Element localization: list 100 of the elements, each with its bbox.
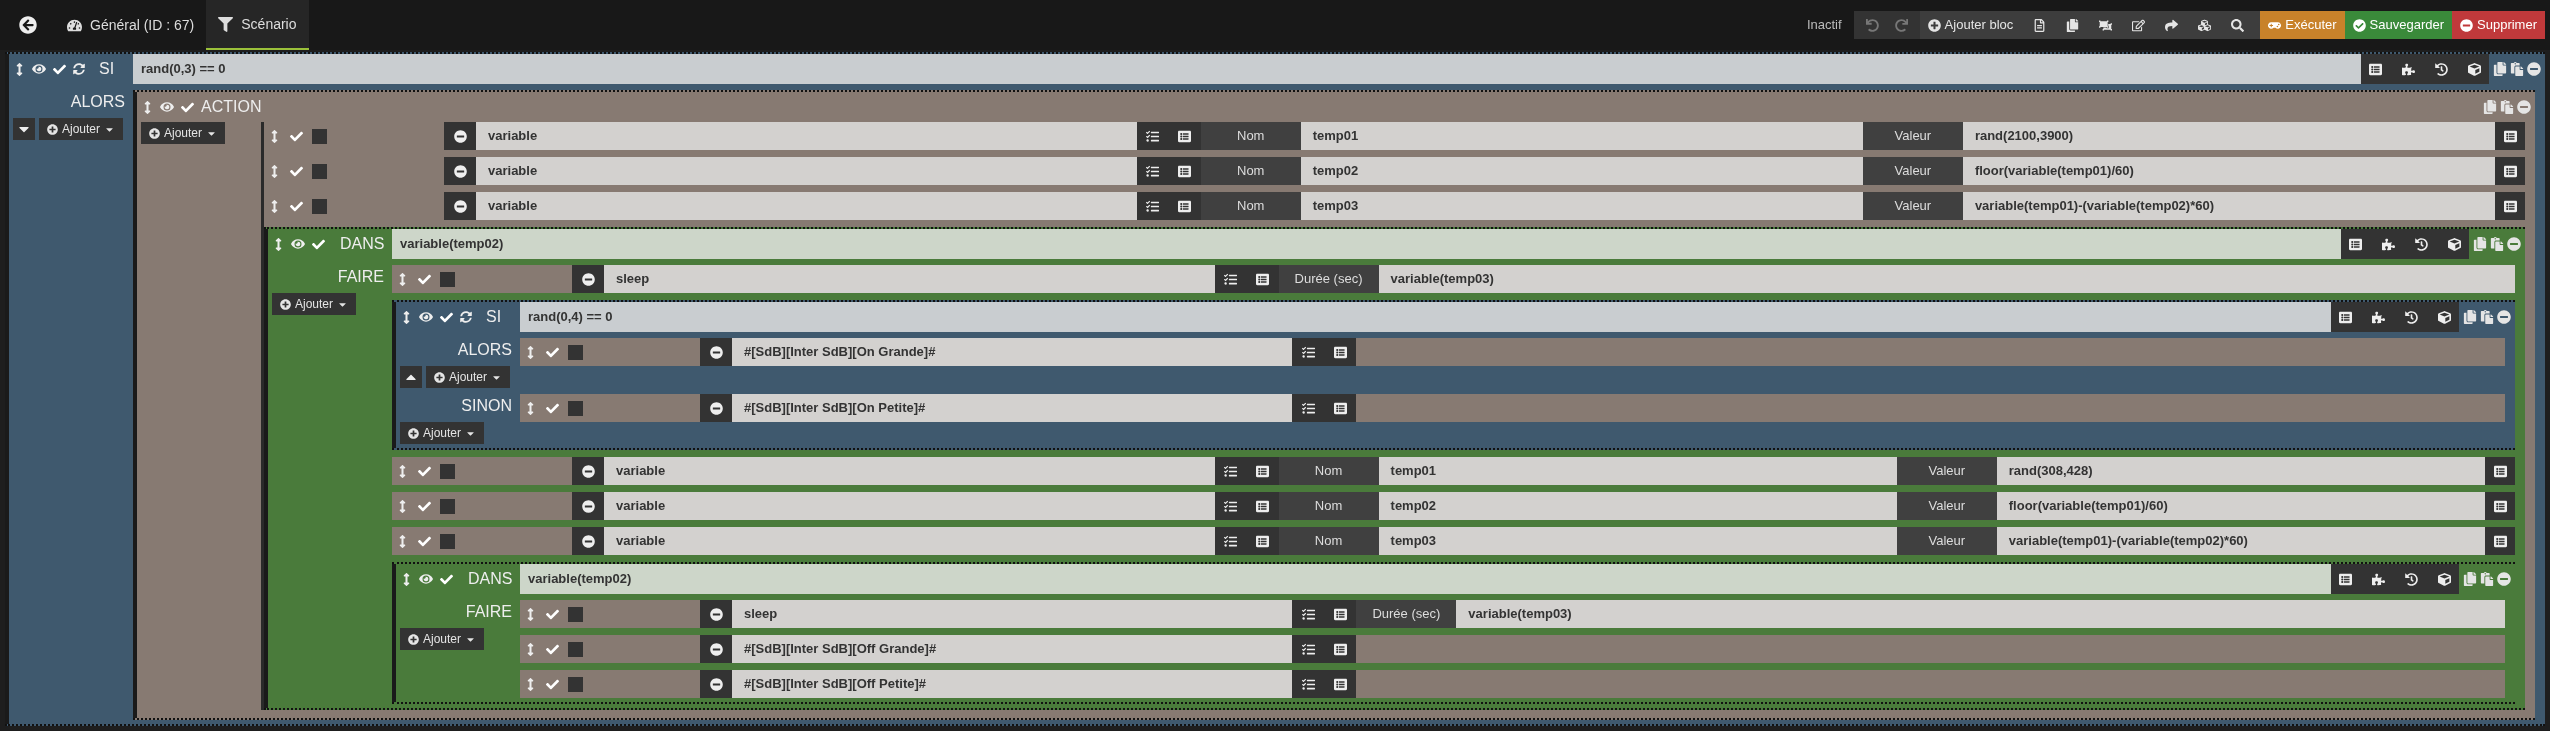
condition-field[interactable]: variable(temp02) bbox=[392, 229, 2341, 259]
command-field[interactable]: #[SdB][Inter SdB][Off Grande]# bbox=[732, 635, 1293, 663]
puzzle-icon[interactable] bbox=[2402, 62, 2415, 76]
remove-button[interactable] bbox=[700, 635, 732, 663]
copy-icon[interactable] bbox=[2493, 62, 2507, 76]
copy-icon[interactable] bbox=[2463, 572, 2477, 586]
command-field[interactable]: variable bbox=[604, 492, 1215, 520]
condition-field[interactable]: variable(temp02) bbox=[520, 564, 2331, 594]
details-button[interactable] bbox=[1168, 192, 1201, 220]
options-button[interactable] bbox=[1292, 635, 1325, 663]
value-field[interactable]: variable(temp01)-(variable(temp02)*60) bbox=[1996, 527, 2485, 555]
options-button[interactable] bbox=[1214, 492, 1247, 520]
options-button[interactable] bbox=[1136, 192, 1169, 220]
options-button[interactable] bbox=[1292, 600, 1325, 628]
cube-icon[interactable] bbox=[2448, 237, 2461, 251]
details-button[interactable] bbox=[1324, 635, 1357, 663]
details-button[interactable] bbox=[1246, 457, 1279, 485]
add-button[interactable]: Ajouter bbox=[400, 422, 485, 444]
options-button[interactable] bbox=[1292, 338, 1325, 366]
options-button[interactable] bbox=[1214, 457, 1247, 485]
value-field[interactable]: variable(temp03) bbox=[1456, 600, 2505, 628]
options-button[interactable] bbox=[1136, 122, 1169, 150]
add-button[interactable]: Ajouter bbox=[39, 118, 124, 140]
remove-icon[interactable] bbox=[2497, 572, 2511, 586]
delete-button[interactable]: Supprimer bbox=[2452, 11, 2545, 39]
remove-icon[interactable] bbox=[2497, 310, 2511, 324]
options-button[interactable] bbox=[1292, 394, 1325, 422]
command-field[interactable]: variable bbox=[604, 457, 1215, 485]
picker-button[interactable] bbox=[2485, 457, 2515, 485]
condition-field[interactable]: rand(0,4) == 0 bbox=[520, 302, 2331, 332]
paste-icon[interactable] bbox=[2500, 100, 2514, 114]
remove-icon[interactable] bbox=[2517, 100, 2531, 114]
options-button[interactable] bbox=[1292, 670, 1325, 698]
search-icon[interactable] bbox=[2231, 18, 2245, 32]
frame-icon[interactable] bbox=[2099, 18, 2113, 32]
history-icon[interactable] bbox=[2435, 62, 2448, 76]
command-field[interactable]: variable bbox=[476, 157, 1137, 185]
command-field[interactable]: sleep bbox=[604, 265, 1215, 293]
refresh-icon[interactable] bbox=[73, 63, 85, 75]
paste-icon[interactable] bbox=[2480, 310, 2494, 324]
details-button[interactable] bbox=[1324, 394, 1357, 422]
cube-icon[interactable] bbox=[2438, 310, 2451, 324]
add-button[interactable]: Ajouter bbox=[426, 366, 511, 388]
details-button[interactable] bbox=[1324, 600, 1357, 628]
history-icon[interactable] bbox=[2405, 572, 2418, 586]
command-field[interactable]: sleep bbox=[732, 600, 1293, 628]
remove-button[interactable] bbox=[700, 394, 732, 422]
remove-icon[interactable] bbox=[2507, 237, 2521, 251]
checkbox[interactable] bbox=[312, 128, 327, 144]
history-icon[interactable] bbox=[2405, 310, 2418, 324]
list-icon[interactable] bbox=[2369, 62, 2382, 76]
value-field[interactable]: rand(308,428) bbox=[1996, 457, 2485, 485]
value-field[interactable]: temp01 bbox=[1378, 457, 1897, 485]
command-field[interactable]: #[SdB][Inter SdB][On Petite]# bbox=[732, 394, 1293, 422]
value-field[interactable]: temp03 bbox=[1300, 192, 1863, 220]
puzzle-icon[interactable] bbox=[2372, 572, 2385, 586]
value-field[interactable]: rand(2100,3900) bbox=[1962, 122, 2495, 150]
cube-icon[interactable] bbox=[2468, 62, 2481, 76]
value-field[interactable]: temp01 bbox=[1300, 122, 1863, 150]
details-button[interactable] bbox=[1324, 670, 1357, 698]
share-icon[interactable] bbox=[2165, 18, 2179, 32]
eye-icon[interactable] bbox=[419, 572, 433, 586]
command-field[interactable]: variable bbox=[476, 192, 1137, 220]
details-button[interactable] bbox=[1246, 265, 1279, 293]
condition-field[interactable]: rand(0,3) == 0 bbox=[133, 54, 2361, 84]
remove-button[interactable] bbox=[572, 527, 604, 555]
value-field[interactable]: temp02 bbox=[1378, 492, 1897, 520]
copy-icon[interactable] bbox=[2473, 237, 2487, 251]
paste-icon[interactable] bbox=[2490, 237, 2504, 251]
picker-button[interactable] bbox=[2495, 122, 2525, 150]
remove-button[interactable] bbox=[700, 338, 732, 366]
checkbox[interactable] bbox=[440, 498, 455, 514]
tab[interactable]: Général (ID : 67) bbox=[55, 0, 207, 50]
details-button[interactable] bbox=[1168, 122, 1201, 150]
paste-icon[interactable] bbox=[2510, 62, 2524, 76]
remove-button[interactable] bbox=[444, 192, 476, 220]
details-button[interactable] bbox=[1246, 492, 1279, 520]
collapse-button[interactable] bbox=[400, 366, 422, 388]
value-field[interactable]: temp03 bbox=[1378, 527, 1897, 555]
options-button[interactable] bbox=[1136, 157, 1169, 185]
save-button[interactable]: Sauvegarder bbox=[2344, 11, 2453, 39]
expand-button[interactable] bbox=[13, 118, 35, 140]
details-button[interactable] bbox=[1246, 527, 1279, 555]
value-field[interactable]: floor(variable(temp01)/60) bbox=[1996, 492, 2485, 520]
remove-icon[interactable] bbox=[2527, 62, 2541, 76]
checkbox[interactable] bbox=[568, 400, 583, 416]
file-icon[interactable] bbox=[2033, 18, 2047, 32]
options-button[interactable] bbox=[1214, 527, 1247, 555]
eye-icon[interactable] bbox=[291, 237, 305, 251]
picker-button[interactable] bbox=[2485, 527, 2515, 555]
cubes-icon[interactable] bbox=[2198, 18, 2212, 32]
checkbox[interactable] bbox=[312, 198, 327, 214]
value-field[interactable]: temp02 bbox=[1300, 157, 1863, 185]
checkbox[interactable] bbox=[568, 641, 583, 657]
remove-button[interactable] bbox=[444, 122, 476, 150]
add-button[interactable]: Ajouter bbox=[272, 293, 357, 315]
add-button[interactable]: Ajouter bbox=[141, 122, 226, 144]
value-field[interactable]: floor(variable(temp01)/60) bbox=[1962, 157, 2495, 185]
remove-button[interactable] bbox=[700, 600, 732, 628]
options-button[interactable] bbox=[1214, 265, 1247, 293]
